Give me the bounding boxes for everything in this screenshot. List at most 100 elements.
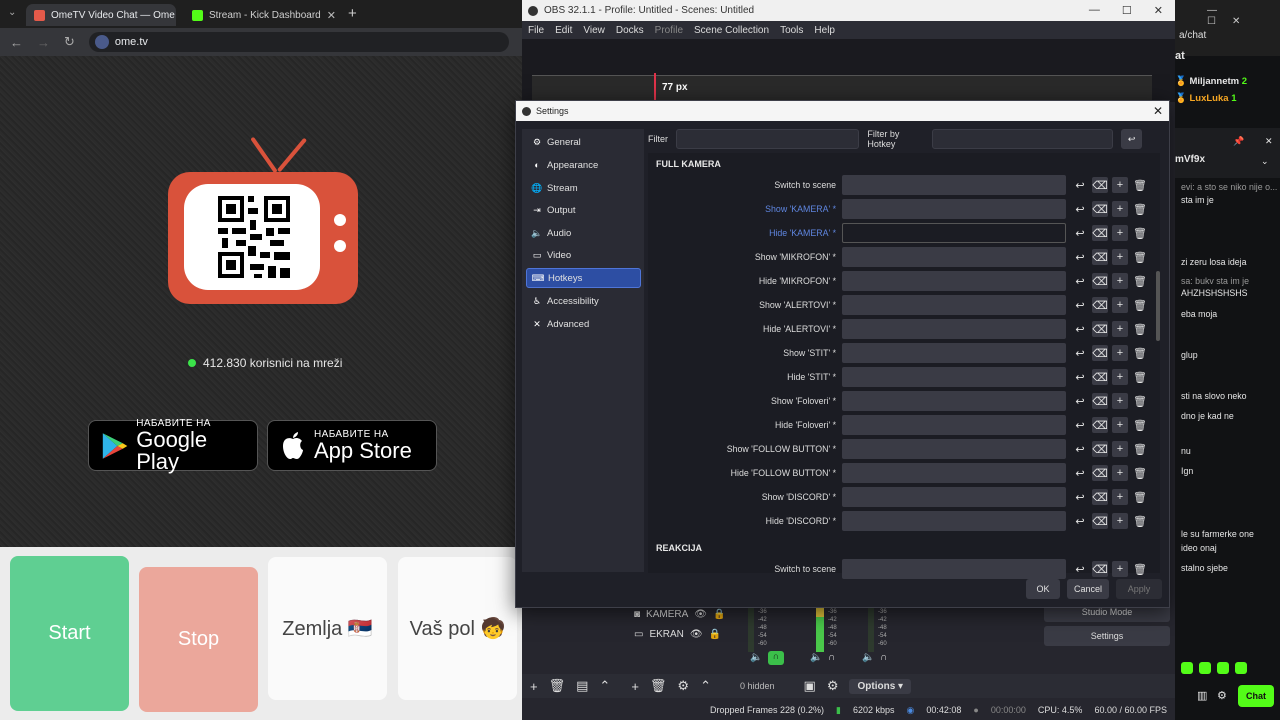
close-icon[interactable]: ✕ (1265, 136, 1273, 147)
move-up-icon[interactable]: ⌃ (599, 678, 610, 694)
headphones-muted-icon[interactable]: ∩ (828, 652, 835, 663)
close-icon[interactable]: ✕ (1154, 4, 1163, 17)
menu-file[interactable]: File (528, 25, 544, 36)
menu-profile[interactable]: Profile (655, 25, 683, 36)
close-icon[interactable]: ✕ (1153, 104, 1169, 118)
menu-tools[interactable]: Tools (780, 25, 803, 36)
delete-icon[interactable]: 🗑 (1132, 441, 1148, 457)
chat-send-button[interactable]: Chat (1238, 685, 1274, 707)
hotkey-input[interactable] (842, 175, 1066, 195)
revert-icon[interactable]: ↩ (1072, 465, 1088, 481)
top-user[interactable]: 🏅 LuxLuka 1 (1175, 93, 1236, 104)
nav-video[interactable]: ▭ Video (526, 245, 641, 265)
delete-icon[interactable]: 🗑 (1132, 321, 1148, 337)
revert-icon[interactable]: ↩ (1072, 561, 1088, 577)
speaker-icon[interactable]: 🔈 (862, 652, 874, 663)
revert-icon[interactable]: ↩ (1072, 225, 1088, 241)
gender-button[interactable]: Vaš pol 🧒 (398, 557, 517, 700)
lock-icon[interactable]: 🔒 (713, 609, 725, 620)
clear-icon[interactable]: ⌫ (1092, 369, 1108, 385)
delete-icon[interactable]: 🗑 (1132, 345, 1148, 361)
filters-icon[interactable]: ▤ (576, 678, 588, 694)
revert-icon[interactable]: ↩ (1072, 345, 1088, 361)
add-icon[interactable]: + (1112, 321, 1128, 337)
menu-view[interactable]: View (583, 25, 605, 36)
clear-icon[interactable]: ⌫ (1092, 513, 1108, 529)
lock-icon[interactable]: 🔒 (709, 629, 721, 640)
add-icon[interactable]: + (1112, 513, 1128, 529)
nav-general[interactable]: ⚙ General (526, 132, 641, 152)
add-icon[interactable]: + (1112, 465, 1128, 481)
revert-icon[interactable]: ↩ (1072, 321, 1088, 337)
delete-icon[interactable]: 🗑 (1132, 273, 1148, 289)
delete-icon[interactable]: 🗑 (1132, 489, 1148, 505)
options-dropdown[interactable]: Options ▾ (849, 678, 912, 694)
window-controls[interactable]: —☐✕ (1207, 5, 1280, 27)
add-icon[interactable]: + (1112, 417, 1128, 433)
clear-icon[interactable]: ⌫ (1092, 273, 1108, 289)
hotkey-input[interactable] (842, 223, 1066, 243)
add-source-icon[interactable]: + (631, 679, 639, 694)
clear-icon[interactable]: ⌫ (1092, 393, 1108, 409)
speaker-icon[interactable]: 🔈 (810, 652, 822, 663)
scrollbar[interactable] (1156, 271, 1160, 341)
filter-input[interactable] (676, 129, 860, 149)
nav-accessibility[interactable]: ♿ Accessibility (526, 291, 641, 311)
delete-icon[interactable]: 🗑 (1132, 225, 1148, 241)
add-icon[interactable]: + (1112, 273, 1128, 289)
back-icon[interactable]: ← (10, 35, 23, 50)
delete-icon[interactable]: 🗑 (1132, 297, 1148, 313)
hotkey-input[interactable] (842, 343, 1066, 363)
hotkey-input[interactable] (842, 439, 1066, 459)
nav-audio[interactable]: 🔈 Audio (526, 223, 641, 243)
new-tab-button[interactable]: + (348, 5, 357, 22)
hotkey-input[interactable] (842, 199, 1066, 219)
delete-icon[interactable]: 🗑 (1132, 561, 1148, 577)
clear-icon[interactable]: ⌫ (1092, 465, 1108, 481)
revert-icon[interactable]: ↩ (1072, 369, 1088, 385)
emote-icon[interactable] (1235, 662, 1247, 674)
revert-icon[interactable]: ↩ (1072, 273, 1088, 289)
hotkey-input[interactable] (842, 559, 1066, 579)
layout-icon[interactable]: ▣ (804, 678, 816, 694)
delete-icon[interactable]: 🗑 (1132, 417, 1148, 433)
add-icon[interactable]: + (1112, 177, 1128, 193)
delete-icon[interactable]: 🗑 (1132, 513, 1148, 529)
country-button[interactable]: Zemlja 🇷🇸 (268, 557, 387, 700)
tab-kick[interactable]: Stream - Kick Dashboard ✕ (184, 4, 344, 26)
clear-icon[interactable]: ⌫ (1092, 345, 1108, 361)
revert-icon[interactable]: ↩ (1072, 177, 1088, 193)
url-input[interactable]: ome.tv (88, 32, 509, 52)
hotkey-input[interactable] (842, 463, 1066, 483)
obs-settings-button[interactable]: Settings (1044, 626, 1170, 646)
minimize-icon[interactable]: — (1089, 4, 1100, 17)
nav-advanced[interactable]: ✕ Advanced (526, 314, 641, 334)
tab-ometv[interactable]: OmeTV Video Chat — Ome ✕ (26, 4, 176, 26)
site-info-icon[interactable] (94, 35, 109, 49)
eye-icon[interactable]: 👁 (690, 629, 703, 640)
delete-icon[interactable]: 🗑 (1132, 201, 1148, 217)
add-icon[interactable]: + (1112, 441, 1128, 457)
add-icon[interactable]: + (1112, 249, 1128, 265)
eye-icon[interactable]: 👁 (694, 609, 707, 620)
delete-icon[interactable]: 🗑 (1132, 369, 1148, 385)
delete-icon[interactable]: 🗑 (1132, 249, 1148, 265)
add-icon[interactable]: + (1112, 225, 1128, 241)
add-icon[interactable]: + (1112, 393, 1128, 409)
forward-icon[interactable]: → (37, 35, 50, 50)
add-icon[interactable]: + (1112, 489, 1128, 505)
cancel-button[interactable]: Cancel (1067, 579, 1109, 599)
hotkey-input[interactable] (842, 391, 1066, 411)
clear-icon[interactable]: ⌫ (1092, 297, 1108, 313)
clear-icon[interactable]: ⌫ (1092, 561, 1108, 577)
obs-preview[interactable]: 77 px (522, 39, 1175, 103)
add-icon[interactable]: + (1112, 561, 1128, 577)
clear-icon[interactable]: ⌫ (1092, 417, 1108, 433)
hotkey-input[interactable] (842, 295, 1066, 315)
revert-icon[interactable]: ↩ (1072, 249, 1088, 265)
revert-icon[interactable]: ↩ (1072, 441, 1088, 457)
emote-icon[interactable] (1217, 662, 1229, 674)
menu-docks[interactable]: Docks (616, 25, 644, 36)
app-store-button[interactable]: НАБАВИТЕ НА App Store (267, 420, 437, 471)
clear-icon[interactable]: ⌫ (1092, 225, 1108, 241)
